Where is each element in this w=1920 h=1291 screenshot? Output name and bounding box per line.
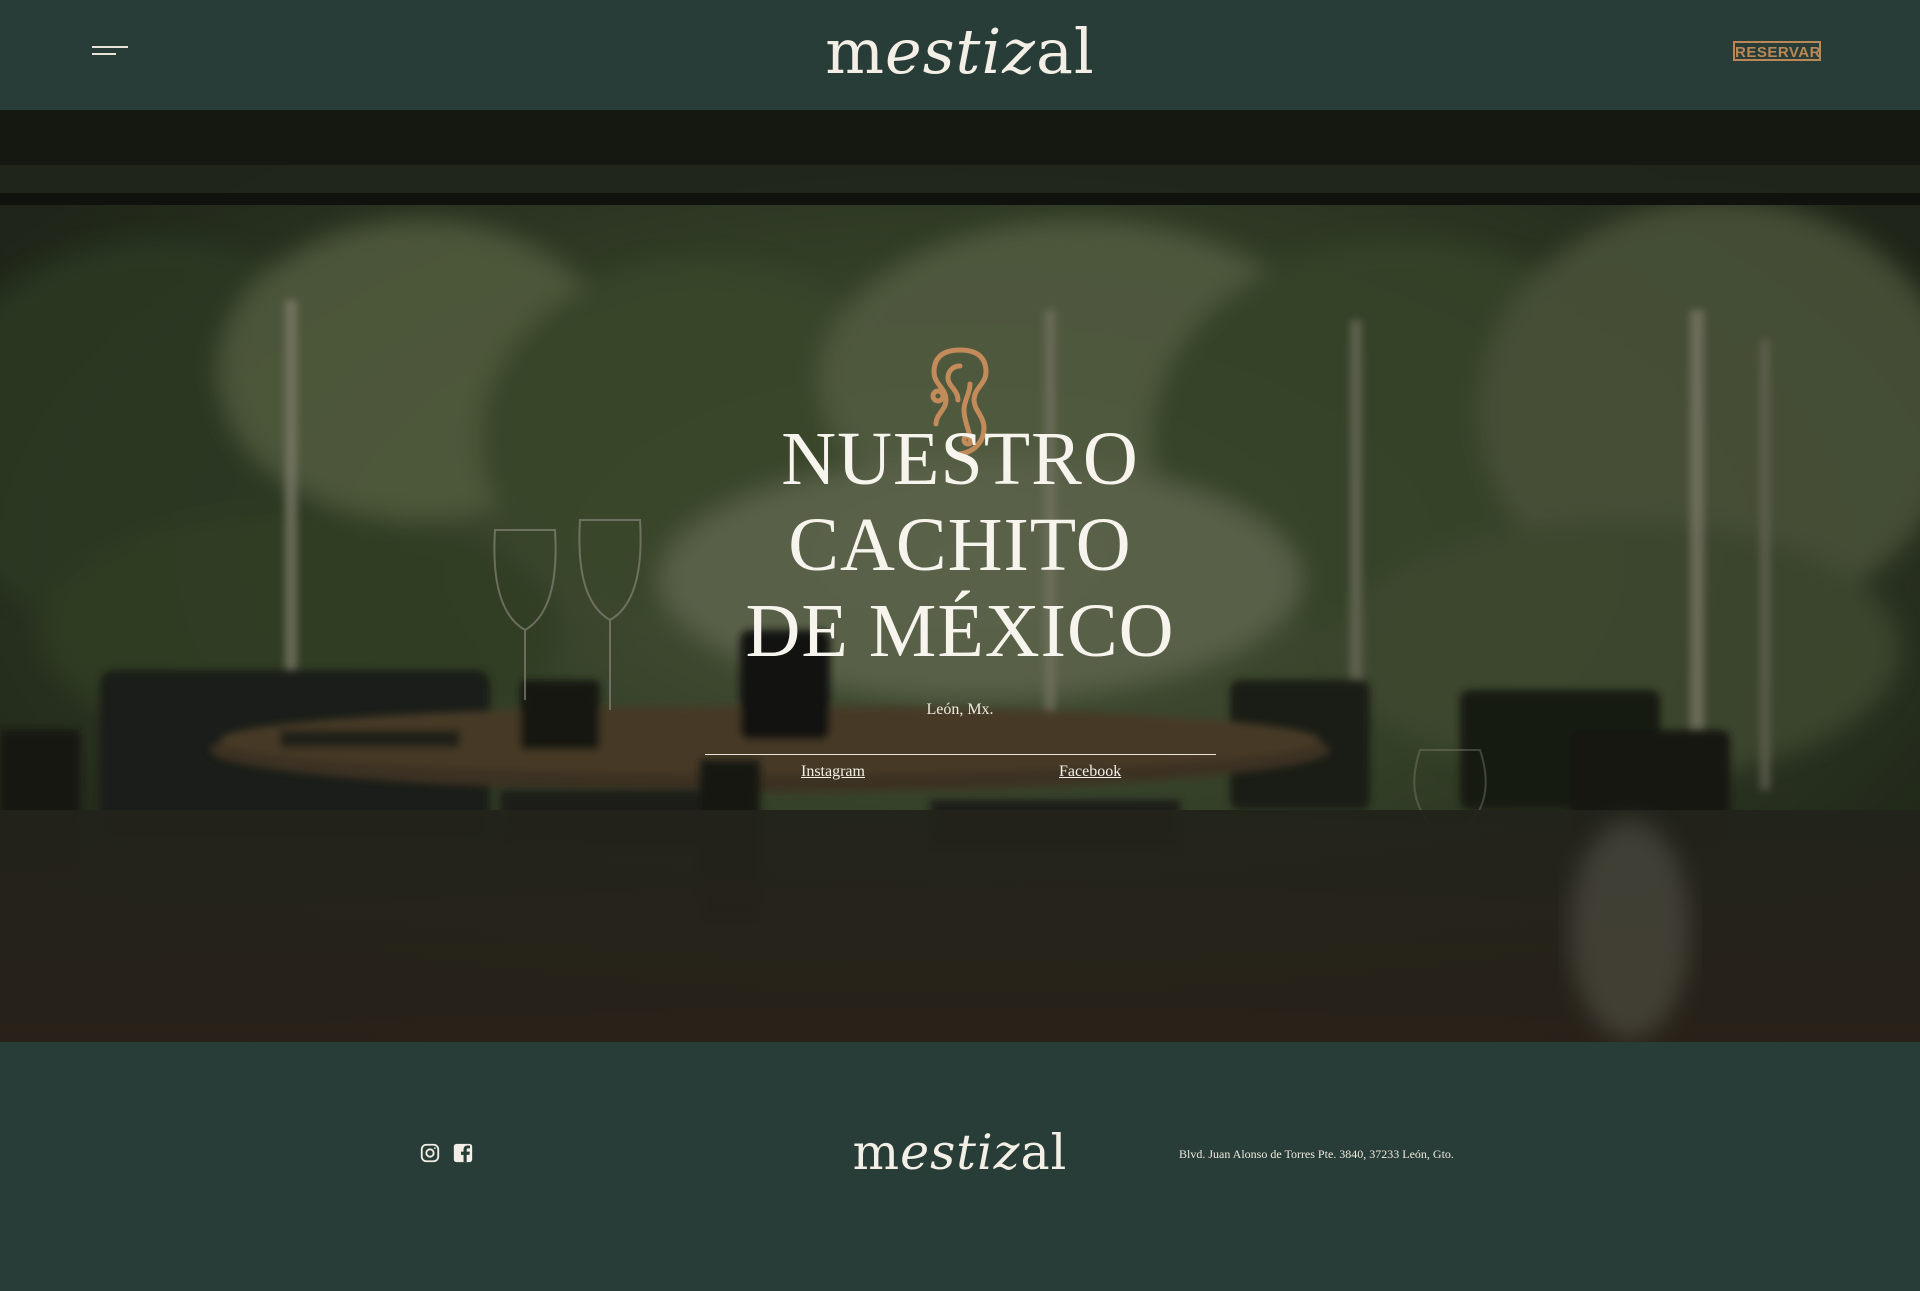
site-footer: mestizal Blvd. Juan Alonso de Torres Pte… [0,1042,1920,1291]
hero-location: León, Mx. [926,701,994,718]
logo-part-1: m [825,15,886,88]
footer-logo[interactable]: mestizal [0,1122,1920,1184]
footer-address: Blvd. Juan Alonso de Torres Pte. 3840, 3… [1179,1147,1454,1161]
instagram-link[interactable]: Instagram [801,762,865,782]
logo-part-2: estiz [885,15,1036,88]
hero-title-line-2: CACHITO [788,503,1132,587]
site-header: mestizal RESERVAR [0,0,1920,110]
hero-title-line-3: DE MÉXICO [745,589,1175,673]
site-logo[interactable]: mestizal [0,14,1920,90]
footer-logo-part-3: al [1020,1124,1068,1181]
reserve-button[interactable]: RESERVAR [1733,41,1821,61]
hero-title-line-1: NUESTRO [781,417,1139,501]
footer-logo-part-2: estiz [900,1124,1021,1181]
hero-divider [705,754,1216,755]
hero-title: NUESTRO CACHITO DE MÉXICO [0,416,1920,674]
footer-logo-part-1: m [852,1124,901,1181]
logo-part-3: al [1035,15,1095,88]
hero-section: NUESTRO CACHITO DE MÉXICO León, Mx. Inst… [0,110,1920,1042]
facebook-link[interactable]: Facebook [1059,762,1121,782]
